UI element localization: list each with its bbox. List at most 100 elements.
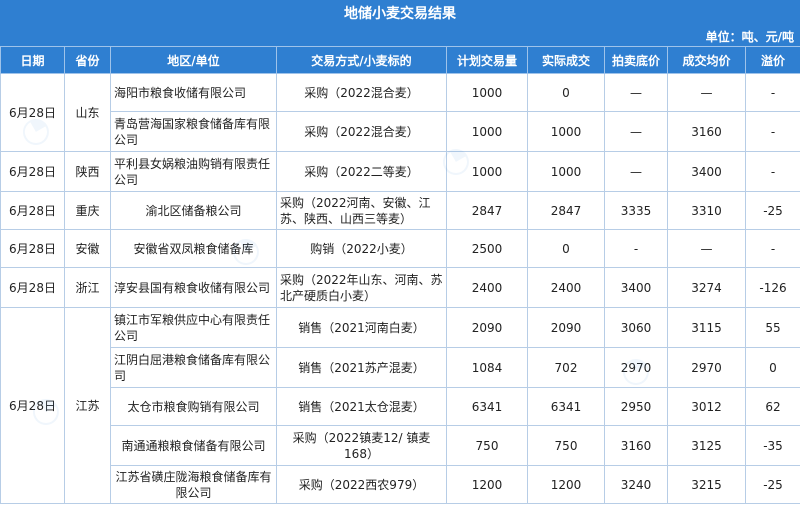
cell-method: 采购（2022混合麦）: [276, 73, 447, 112]
cell-unit: 渝北区储备粮公司: [110, 191, 277, 230]
cell-avg: 3215: [667, 465, 746, 504]
cell-date: 6月28日: [0, 229, 65, 268]
cell-actual: 1000: [527, 111, 605, 152]
header-province: 省份: [64, 46, 111, 74]
cell-avg: —: [667, 229, 746, 268]
cell-floor: —: [604, 111, 668, 152]
cell-method: 采购（2022二等麦）: [276, 151, 447, 192]
cell-date: 6月28日: [0, 267, 65, 308]
cell-method: 购销（2022小麦）: [276, 229, 447, 268]
cell-avg: 3160: [667, 111, 746, 152]
cell-floor: 2970: [604, 347, 668, 388]
cell-floor: —: [604, 73, 668, 112]
cell-plan: 1000: [446, 151, 528, 192]
cell-premium: -25: [745, 465, 800, 504]
cell-province: 浙江: [64, 267, 111, 308]
cell-premium: 55: [745, 307, 800, 348]
cell-actual: 2400: [527, 267, 605, 308]
cell-plan: 750: [446, 425, 528, 466]
cell-plan: 1200: [446, 465, 528, 504]
cell-premium: -: [745, 151, 800, 192]
cell-unit: 江阴白屈港粮食储备库有限公司: [110, 347, 277, 388]
cell-premium: -: [745, 229, 800, 268]
cell-avg: 3125: [667, 425, 746, 466]
table-row: 6月28日 重庆 渝北区储备粮公司 采购（2022河南、安徽、江苏、陕西、山西三…: [0, 191, 800, 230]
cell-floor: —: [604, 151, 668, 192]
cell-actual: 702: [527, 347, 605, 388]
cell-actual: 1000: [527, 151, 605, 192]
cell-date: 6月28日: [0, 191, 65, 230]
cell-province: 陕西: [64, 151, 111, 192]
cell-province: 山东: [64, 73, 111, 152]
cell-unit: 南通通粮粮食储备有限公司: [110, 425, 277, 466]
cell-actual: 0: [527, 73, 605, 112]
cell-method: 销售（2021河南白麦）: [276, 307, 447, 348]
header-method: 交易方式/小麦标的: [276, 46, 447, 74]
cell-plan: 2400: [446, 267, 528, 308]
header-plan: 计划交易量: [446, 46, 528, 74]
header-row: 日期 省份 地区/单位 交易方式/小麦标的 计划交易量 实际成交 拍卖底价 成交…: [0, 46, 800, 74]
cell-unit: 海阳市粮食收储有限公司: [110, 73, 277, 112]
cell-actual: 0: [527, 229, 605, 268]
page-title: 地储小麦交易结果: [0, 0, 800, 28]
cell-unit: 镇江市军粮供应中心有限责任公司: [110, 307, 277, 348]
cell-premium: -: [745, 111, 800, 152]
trade-results-table: 日期 省份 地区/单位 交易方式/小麦标的 计划交易量 实际成交 拍卖底价 成交…: [0, 46, 800, 504]
cell-avg: 3400: [667, 151, 746, 192]
cell-floor: -: [604, 229, 668, 268]
cell-actual: 1200: [527, 465, 605, 504]
table-row: 6月28日 陕西 平利县女娲粮油购销有限责任公司 采购（2022二等麦） 100…: [0, 151, 800, 192]
cell-actual: 6341: [527, 387, 605, 426]
cell-plan: 1084: [446, 347, 528, 388]
header-unit: 地区/单位: [110, 46, 277, 74]
cell-floor: 3335: [604, 191, 668, 230]
cell-method: 采购（2022混合麦）: [276, 111, 447, 152]
cell-method: 采购（2022西农979）: [276, 465, 447, 504]
cell-premium: -35: [745, 425, 800, 466]
header-floor: 拍卖底价: [604, 46, 668, 74]
cell-plan: 1000: [446, 73, 528, 112]
cell-floor: 3160: [604, 425, 668, 466]
cell-method: 采购（2022年山东、河南、苏北产硬质白小麦）: [276, 267, 447, 308]
cell-date: 6月28日: [0, 151, 65, 192]
table-row: 江苏省磺庄陇海粮食储备库有限公司 采购（2022西农979） 1200 1200…: [1, 465, 800, 504]
cell-province: 安徽: [64, 229, 111, 268]
cell-province: 重庆: [64, 191, 111, 230]
cell-actual: 750: [527, 425, 605, 466]
cell-actual: 2090: [527, 307, 605, 348]
header-date: 日期: [0, 46, 65, 74]
cell-floor: 2950: [604, 387, 668, 426]
cell-avg: 3274: [667, 267, 746, 308]
cell-floor: 3060: [604, 307, 668, 348]
cell-plan: 6341: [446, 387, 528, 426]
cell-premium: -25: [745, 191, 800, 230]
cell-premium: -: [745, 73, 800, 112]
table-row: 6月28日 安徽 安徽省双凤粮食储备库 购销（2022小麦） 2500 0 - …: [0, 229, 800, 268]
unit-label: 单位：吨、元/吨: [0, 28, 800, 46]
cell-unit: 青岛营海国家粮食储备库有限公司: [110, 111, 277, 152]
cell-method: 采购（2022镇麦12/ 镇麦168）: [276, 425, 447, 466]
cell-unit: 淳安县国有粮食收储有限公司: [110, 267, 277, 308]
cell-plan: 1000: [446, 111, 528, 152]
cell-avg: 2970: [667, 347, 746, 388]
cell-province: 江苏: [64, 307, 111, 504]
cell-actual: 2847: [527, 191, 605, 230]
table-row: 6月28日 江苏 镇江市军粮供应中心有限责任公司 销售（2021河南白麦） 20…: [0, 307, 800, 504]
table-row: 太仓市粮食购销有限公司 销售（2021太仓混麦） 6341 6341 2950 …: [1, 387, 800, 426]
cell-unit: 平利县女娲粮油购销有限责任公司: [110, 151, 277, 192]
report-container: 地储小麦交易结果 单位：吨、元/吨 日期 省份 地区/单位 交易方式/小麦标的 …: [0, 0, 800, 511]
header-premium: 溢价: [745, 46, 800, 74]
cell-unit: 安徽省双凤粮食储备库: [110, 229, 277, 268]
cell-method: 采购（2022河南、安徽、江苏、陕西、山西三等麦）: [276, 191, 447, 230]
cell-premium: 62: [745, 387, 800, 426]
cell-premium: 0: [745, 347, 800, 388]
header-actual: 实际成交: [527, 46, 605, 74]
cell-premium: -126: [745, 267, 800, 308]
cell-plan: 2090: [446, 307, 528, 348]
cell-unit: 太仓市粮食购销有限公司: [110, 387, 277, 426]
cell-date: 6月28日: [0, 73, 65, 152]
table-row: 南通通粮粮食储备有限公司 采购（2022镇麦12/ 镇麦168） 750 750…: [1, 425, 800, 466]
cell-method: 销售（2021太仓混麦）: [276, 387, 447, 426]
header-avg: 成交均价: [667, 46, 746, 74]
table-body: 6月28日 山东 海阳市粮食收储有限公司 采购（2022混合麦） 1000 0 …: [0, 73, 800, 504]
